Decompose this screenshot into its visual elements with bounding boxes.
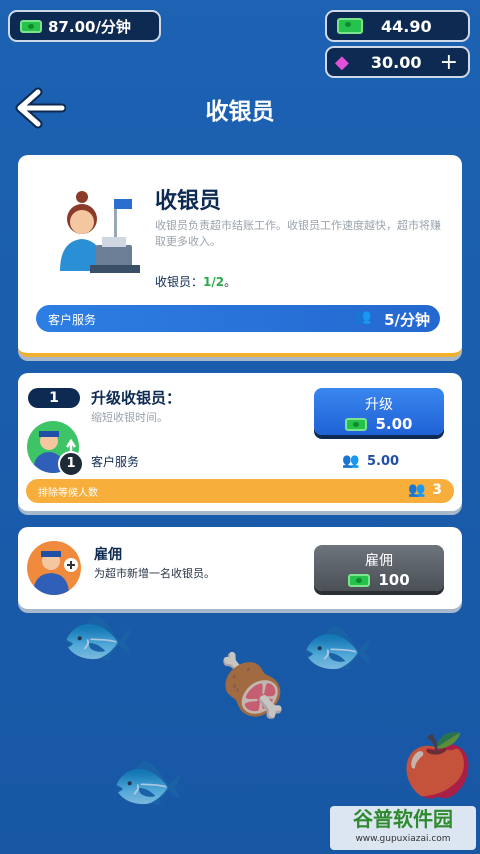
watermark-url: www.gupuxiazai.com bbox=[355, 834, 451, 844]
add-gems-button[interactable]: + bbox=[440, 50, 458, 75]
queue-bar: 排除等候人数 👥 3 bbox=[26, 479, 454, 503]
hire-card: 雇佣 为超市新增一名收银员。 雇佣 100 bbox=[18, 527, 462, 609]
hire-subtitle: 为超市新增一名收银员。 bbox=[94, 567, 215, 580]
upgrade-card: 1 升级收银员： 缩短收银时间。 1 客户服务 👥 5.00 升级 5.00 排… bbox=[18, 373, 462, 511]
apple-deco-icon: 🍎 bbox=[400, 731, 475, 801]
upgrade-button-label: 升级 bbox=[365, 397, 393, 413]
upgrade-subtitle: 缩短收银时间。 bbox=[91, 411, 168, 424]
cash-balance-text: 44.90 bbox=[381, 16, 432, 36]
cashier-illustration-icon bbox=[60, 191, 140, 273]
cashier-count-label: 收银员： bbox=[155, 275, 204, 289]
people-icon: 👥 bbox=[408, 482, 426, 498]
people-icon: 👥 bbox=[342, 453, 360, 469]
upgrade-title: 升级收银员： bbox=[91, 389, 182, 407]
watermark-name: 谷普软件园 bbox=[353, 807, 453, 831]
gem-balance-pill: ◆ 30.00 + bbox=[325, 46, 470, 78]
cash-icon bbox=[348, 573, 371, 587]
meat-deco-icon: 🍖 bbox=[215, 651, 290, 721]
cashier-info-card: 收银员 收银员负责超市结账工作。收银员工作速度越快，超市将赚取更多收入。 收银员… bbox=[18, 155, 462, 357]
new-cashier-avatar bbox=[27, 541, 81, 595]
upgrade-service-value: 5.00 bbox=[367, 454, 400, 469]
cashier-avatar bbox=[56, 189, 146, 279]
watermark: 谷普软件园 www.gupuxiazai.com bbox=[330, 806, 476, 850]
cash-balance-pill: 44.90 bbox=[325, 10, 470, 42]
queue-value: 3 bbox=[432, 482, 442, 498]
add-cashier-icon bbox=[33, 551, 78, 595]
upgrade-count-badge: 1 bbox=[58, 451, 84, 477]
queue-label: 排除等候人数 bbox=[38, 488, 98, 499]
cashier-count-value: 1/2 bbox=[203, 275, 225, 289]
income-rate-text: 87.00/分钟 bbox=[48, 17, 131, 36]
level-badge: 1 bbox=[28, 388, 80, 408]
service-rate-bar: 客户服务 👥 5/分钟 bbox=[36, 305, 440, 332]
cash-icon bbox=[337, 18, 363, 34]
upgrade-button[interactable]: 升级 5.00 bbox=[314, 388, 444, 435]
upgrade-price: 5.00 bbox=[314, 415, 444, 433]
cash-icon bbox=[20, 19, 42, 33]
upgrade-price-value: 5.00 bbox=[375, 415, 413, 433]
page-title: 收银员 bbox=[205, 99, 275, 125]
cash-icon bbox=[345, 417, 368, 431]
income-rate-pill: 87.00/分钟 bbox=[8, 10, 161, 42]
hire-price-value: 100 bbox=[378, 571, 410, 589]
fish-deco-icon: 🐟 bbox=[300, 611, 375, 681]
info-title: 收银员 bbox=[155, 189, 222, 214]
gem-balance-text: 30.00 bbox=[370, 52, 422, 72]
fish-deco-icon: 🐟 bbox=[110, 746, 185, 816]
gem-icon: ◆ bbox=[335, 51, 349, 73]
hire-title: 雇佣 bbox=[94, 547, 122, 563]
hire-button[interactable]: 雇佣 100 bbox=[314, 545, 444, 591]
service-rate-label: 客户服务 bbox=[48, 313, 97, 327]
people-icon: 👥 bbox=[354, 309, 372, 325]
hire-price: 100 bbox=[314, 571, 444, 589]
info-description: 收银员负责超市结账工作。收银员工作速度越快，超市将赚取更多收入。 bbox=[155, 219, 441, 248]
cashier-count-suffix: 。 bbox=[224, 275, 237, 289]
fish-deco-icon: 🐟 bbox=[60, 601, 135, 671]
upgrade-service-label: 客户服务 bbox=[91, 455, 140, 469]
hire-button-label: 雇佣 bbox=[365, 553, 393, 569]
cashier-count: 收银员：1/2。 bbox=[155, 273, 236, 290]
service-rate-value: 5/分钟 bbox=[384, 311, 430, 329]
